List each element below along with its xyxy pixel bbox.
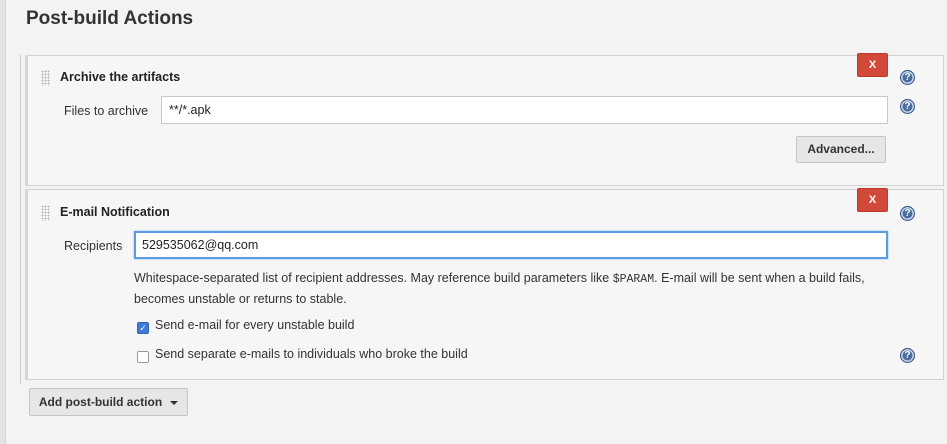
param-code: $PARAM bbox=[612, 273, 655, 286]
add-post-build-action-button[interactable]: Add post-build action bbox=[29, 388, 188, 416]
help-icon[interactable]: ? bbox=[900, 70, 915, 85]
help-text-part: Whitespace-separated list of recipient a… bbox=[134, 271, 613, 285]
send-unstable-label[interactable]: Send e-mail for every unstable build bbox=[155, 318, 354, 332]
recipients-help-text: Whitespace-separated list of recipient a… bbox=[134, 269, 879, 308]
send-individuals-checkbox[interactable] bbox=[137, 351, 149, 363]
page-left-rule bbox=[0, 0, 6, 444]
recipients-label: Recipients bbox=[64, 239, 123, 253]
files-to-archive-label: Files to archive bbox=[64, 104, 149, 118]
recipients-input[interactable] bbox=[134, 231, 888, 259]
send-unstable-checkbox[interactable]: ✓ bbox=[137, 322, 149, 334]
drag-handle-icon[interactable] bbox=[41, 205, 50, 221]
delete-email-button[interactable]: X bbox=[857, 188, 888, 212]
drag-handle-icon[interactable] bbox=[41, 70, 50, 86]
section-title: Post-build Actions bbox=[26, 8, 194, 29]
email-notification-block: E-mail Notification X ? Recipients White… bbox=[25, 188, 944, 380]
help-icon[interactable]: ? bbox=[900, 99, 915, 114]
add-post-build-action-label: Add post-build action bbox=[38, 395, 163, 409]
help-icon[interactable]: ? bbox=[900, 206, 915, 221]
delete-archive-button[interactable]: X bbox=[857, 53, 888, 77]
advanced-button[interactable]: Advanced... bbox=[796, 136, 886, 163]
send-individuals-label[interactable]: Send separate e-mails to individuals who… bbox=[155, 347, 468, 361]
caret-down-icon bbox=[170, 400, 179, 405]
archive-artifacts-title: Archive the artifacts bbox=[60, 70, 181, 84]
archive-artifacts-block: Archive the artifacts X ? Files to archi… bbox=[25, 53, 944, 186]
help-icon[interactable]: ? bbox=[900, 348, 915, 363]
checkmark-icon: ✓ bbox=[139, 323, 147, 333]
files-to-archive-input[interactable] bbox=[161, 96, 888, 124]
email-notification-title: E-mail Notification bbox=[60, 205, 170, 219]
